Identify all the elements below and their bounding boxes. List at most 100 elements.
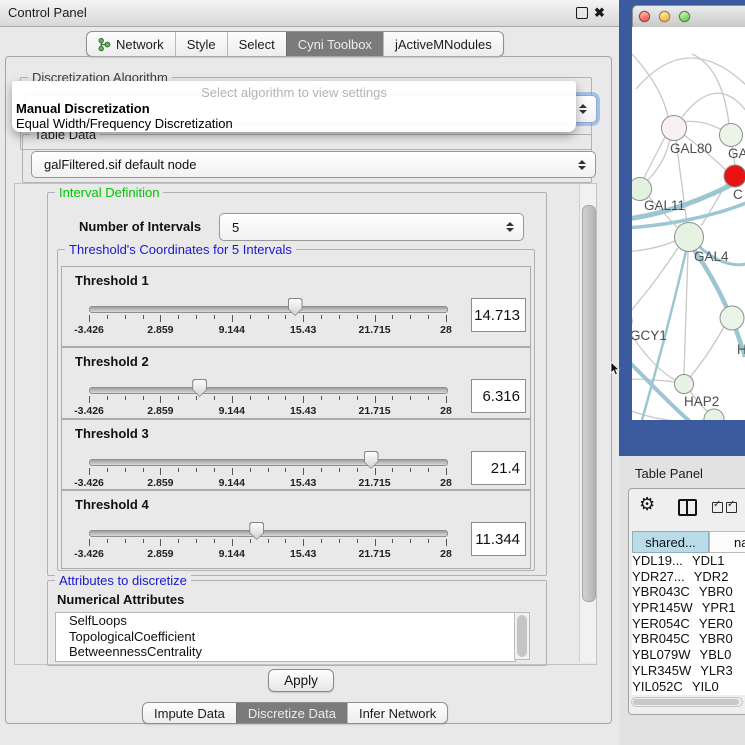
table-row[interactable]: YBL079WYBL0 bbox=[632, 647, 745, 663]
shared-name-cell[interactable]: YDR27... bbox=[632, 569, 685, 585]
network-node[interactable] bbox=[675, 223, 704, 252]
network-edge[interactable] bbox=[632, 54, 668, 117]
network-edge[interactable] bbox=[692, 54, 729, 124]
threshold-slider[interactable]: -3.4262.8599.14415.4321.71528 bbox=[89, 522, 446, 564]
zoom-traffic-light[interactable] bbox=[679, 11, 690, 22]
table-row[interactable]: YLR345WYLR3 bbox=[632, 663, 745, 679]
split-columns-icon[interactable] bbox=[678, 499, 697, 516]
threshold-value-field[interactable]: 11.344 bbox=[471, 522, 526, 556]
network-edge[interactable] bbox=[632, 248, 678, 314]
shared-name-cell[interactable]: YBL079W bbox=[632, 647, 691, 663]
shared-name-cell[interactable]: YIL052C bbox=[632, 679, 683, 695]
close-icon[interactable]: ✖ bbox=[594, 5, 605, 21]
checkbox-icon[interactable]: ✓ bbox=[712, 502, 723, 513]
attribute-list-item[interactable]: TopologicalCoefficient bbox=[56, 629, 515, 645]
table-row[interactable]: YDR27...YDR2 bbox=[632, 569, 745, 585]
slider-track[interactable] bbox=[89, 459, 448, 466]
tab-network[interactable]: Network bbox=[87, 32, 175, 56]
name-cell[interactable]: YPR1 bbox=[693, 600, 745, 616]
float-window-icon[interactable] bbox=[576, 7, 588, 19]
shared-name-cell[interactable]: YER054C bbox=[632, 616, 690, 632]
network-edge[interactable] bbox=[682, 93, 745, 117]
table-row[interactable]: YPR145WYPR1 bbox=[632, 600, 745, 616]
minor-tick bbox=[321, 468, 322, 472]
table-row[interactable]: YBR045CYBR0 bbox=[632, 631, 745, 647]
gear-icon[interactable]: ⚙ bbox=[639, 494, 655, 515]
network-edge[interactable] bbox=[636, 58, 745, 89]
column-header-name[interactable]: na bbox=[709, 531, 745, 553]
tab-style[interactable]: Style bbox=[175, 32, 227, 56]
attribute-list-item[interactable]: BetweennessCentrality bbox=[56, 644, 515, 660]
slider-track[interactable] bbox=[89, 306, 448, 313]
network-edge[interactable] bbox=[690, 327, 724, 377]
tab-discretize-data[interactable]: Discretize Data bbox=[236, 703, 347, 723]
number-of-intervals-combobox[interactable]: 5 bbox=[219, 213, 524, 241]
threshold-slider[interactable]: -3.4262.8599.14415.4321.71528 bbox=[89, 379, 446, 421]
network-node[interactable] bbox=[720, 124, 743, 147]
slider-thumb[interactable] bbox=[192, 379, 207, 397]
threshold-slider[interactable]: -3.4262.8599.14415.4321.71528 bbox=[89, 451, 446, 493]
attribute-list-item[interactable]: SelfLoops bbox=[56, 613, 515, 629]
slider-thumb[interactable] bbox=[364, 451, 379, 469]
network-node[interactable] bbox=[675, 375, 694, 394]
scrollbar-thumb[interactable] bbox=[517, 615, 527, 657]
close-traffic-light[interactable] bbox=[639, 11, 650, 22]
tab-impute-data[interactable]: Impute Data bbox=[143, 703, 236, 723]
name-cell[interactable]: YBL0 bbox=[691, 647, 745, 663]
name-cell[interactable]: YDL1 bbox=[683, 553, 745, 569]
threshold-value-field[interactable]: 6.316 bbox=[471, 379, 526, 413]
horizontal-scrollbar[interactable] bbox=[631, 697, 743, 707]
table-row[interactable]: YDL19...YDL1 bbox=[632, 553, 745, 569]
threshold-value-field[interactable]: 21.4 bbox=[471, 451, 526, 485]
network-canvas[interactable]: GAL80GACGAL11GAL4GCY1HHAP2 bbox=[632, 27, 745, 420]
scrollbar-thumb[interactable] bbox=[633, 699, 739, 705]
scrollbar-thumb[interactable] bbox=[582, 205, 596, 602]
name-cell[interactable]: YBR0 bbox=[690, 631, 745, 647]
table-row[interactable]: YBR043CYBR0 bbox=[632, 584, 745, 600]
name-cell[interactable]: YLR3 bbox=[691, 663, 745, 679]
major-tick bbox=[446, 315, 447, 322]
tab-cyni-toolbox[interactable]: Cyni Toolbox bbox=[286, 32, 383, 56]
slider-track[interactable] bbox=[89, 530, 448, 537]
shared-name-cell[interactable]: YBR045C bbox=[632, 631, 690, 647]
column-header-shared-name[interactable]: shared... bbox=[632, 531, 709, 553]
apply-button[interactable]: Apply bbox=[268, 669, 334, 692]
shared-name-cell[interactable]: YPR145W bbox=[632, 600, 693, 616]
network-edge[interactable] bbox=[632, 241, 675, 252]
node-table-body[interactable]: YDL19...YDL1YDR27...YDR2YBR043CYBR0YPR14… bbox=[632, 553, 745, 695]
table-data-combobox[interactable]: galFiltered.sif default node bbox=[31, 151, 596, 178]
name-cell[interactable]: YBR0 bbox=[690, 584, 745, 600]
network-node[interactable] bbox=[724, 165, 745, 187]
threshold-slider[interactable]: -3.4262.8599.14415.4321.71528 bbox=[89, 298, 446, 340]
table-row[interactable]: YIL052CYIL0 bbox=[632, 679, 745, 695]
slider-thumb[interactable] bbox=[249, 522, 264, 540]
shared-name-cell[interactable]: YBR043C bbox=[632, 584, 690, 600]
shared-name-cell[interactable]: YLR345W bbox=[632, 663, 691, 679]
major-tick bbox=[232, 396, 233, 403]
name-cell[interactable]: YER0 bbox=[690, 616, 745, 632]
network-node[interactable] bbox=[662, 116, 687, 141]
checkbox-icon[interactable]: ✓ bbox=[726, 502, 737, 513]
shared-name-cell[interactable]: YDL19... bbox=[632, 553, 683, 569]
network-edge[interactable] bbox=[684, 251, 688, 374]
vertical-scrollbar[interactable] bbox=[579, 184, 596, 662]
popup-option-manual-discretization[interactable]: Manual Discretization bbox=[16, 101, 150, 116]
slider-track[interactable] bbox=[89, 387, 448, 394]
major-tick bbox=[303, 468, 304, 475]
name-cell[interactable]: YDR2 bbox=[685, 569, 745, 585]
network-edge[interactable] bbox=[682, 121, 722, 130]
attributes-list-scrollbar[interactable] bbox=[514, 612, 530, 660]
tab-select[interactable]: Select bbox=[227, 32, 286, 56]
network-window-titlebar[interactable] bbox=[632, 5, 745, 29]
minimize-traffic-light[interactable] bbox=[659, 11, 670, 22]
tab-jactivemnodules[interactable]: jActiveMNodules bbox=[383, 32, 503, 56]
network-node[interactable] bbox=[720, 306, 744, 330]
popup-option-equal-width-frequency[interactable]: Equal Width/Frequency Discretization bbox=[16, 116, 233, 131]
name-cell[interactable]: YIL0 bbox=[683, 679, 745, 695]
minor-tick bbox=[178, 468, 179, 472]
threshold-value-field[interactable]: 14.713 bbox=[471, 298, 526, 332]
slider-thumb[interactable] bbox=[288, 298, 303, 316]
table-row[interactable]: YER054CYER0 bbox=[632, 616, 745, 632]
numerical-attributes-list[interactable]: SelfLoopsTopologicalCoefficientBetweenne… bbox=[55, 612, 516, 662]
tab-infer-network[interactable]: Infer Network bbox=[347, 703, 447, 723]
